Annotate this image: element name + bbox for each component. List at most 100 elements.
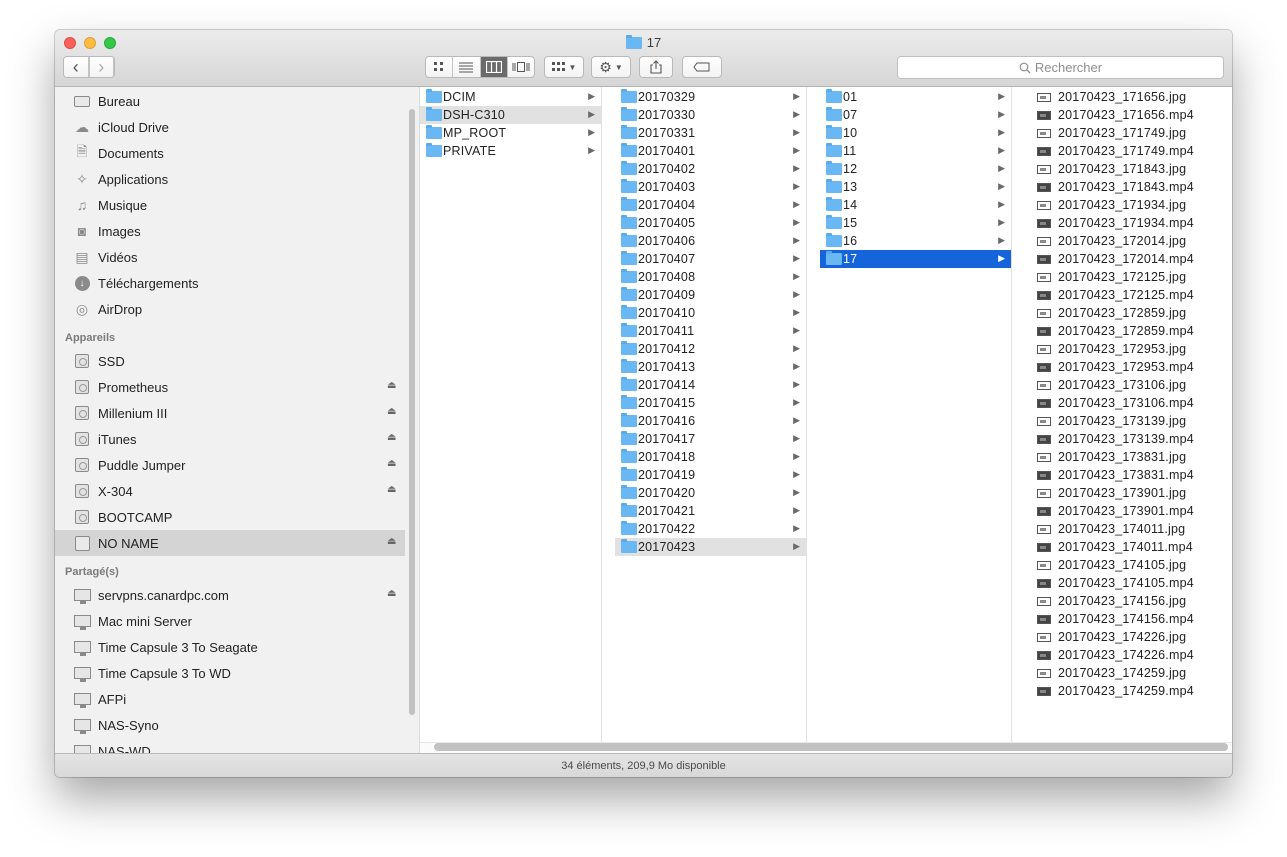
back-button[interactable]: ‹ [64,57,90,77]
folder-row[interactable]: 17 ▶ [820,250,1011,268]
sidebar-item-millenium-iii[interactable]: Millenium III ⏏ [55,400,405,426]
file-row[interactable]: 20170423_174156.jpg [1025,592,1217,610]
folder-row[interactable]: 07 ▶ [820,106,1011,124]
file-row[interactable]: 20170423_172014.jpg [1025,232,1217,250]
search-field[interactable]: Rechercher [897,56,1224,79]
sidebar-item-bureau[interactable]: Bureau [55,88,405,114]
sidebar-item-bootcamp[interactable]: BOOTCAMP [55,504,405,530]
arrange-button[interactable]: ▼ [544,56,584,78]
folder-row[interactable]: 20170415 ▶ [615,394,806,412]
folder-row[interactable]: 20170414 ▶ [615,376,806,394]
tag-button[interactable] [682,56,722,78]
sidebar-item-prometheus[interactable]: Prometheus ⏏ [55,374,405,400]
coverflow-view-button[interactable] [508,57,534,77]
sidebar-item-afpi[interactable]: AFPi [55,686,405,712]
folder-row[interactable]: 20170412 ▶ [615,340,806,358]
file-row[interactable]: 20170423_172859.jpg [1025,304,1217,322]
sidebar-item-documents[interactable]: 🗎 Documents [55,140,405,166]
eject-icon[interactable]: ⏏ [387,432,396,443]
folder-row[interactable]: 20170330 ▶ [615,106,806,124]
file-row[interactable]: 20170423_174105.jpg [1025,556,1217,574]
folder-row[interactable]: 14 ▶ [820,196,1011,214]
folder-row[interactable]: 13 ▶ [820,178,1011,196]
folder-row[interactable]: 20170422 ▶ [615,520,806,538]
file-row[interactable]: 20170423_172125.jpg [1025,268,1217,286]
folder-row[interactable]: 20170403 ▶ [615,178,806,196]
sidebar-item-vid-os[interactable]: ▤ Vidéos [55,244,405,270]
file-row[interactable]: 20170423_174259.jpg [1025,664,1217,682]
file-row[interactable]: 20170423_171749.mp4 [1025,142,1217,160]
file-row[interactable]: 20170423_174156.mp4 [1025,610,1217,628]
horizontal-scrollbar[interactable] [434,743,1228,751]
eject-icon[interactable]: ⏏ [387,588,396,599]
folder-row[interactable]: 16 ▶ [820,232,1011,250]
eject-icon[interactable]: ⏏ [387,406,396,417]
folder-row[interactable]: 20170410 ▶ [615,304,806,322]
sidebar-item-no-name[interactable]: NO NAME ⏏ [55,530,405,556]
folder-row[interactable]: 20170419 ▶ [615,466,806,484]
column-view-button[interactable] [480,57,508,77]
file-row[interactable]: 20170423_171749.jpg [1025,124,1217,142]
file-row[interactable]: 20170423_173901.mp4 [1025,502,1217,520]
sidebar-item-mac-mini-server[interactable]: Mac mini Server [55,608,405,634]
sidebar-item-time-capsule-3-to-wd[interactable]: Time Capsule 3 To WD [55,660,405,686]
sidebar-scrollbar[interactable] [409,109,415,715]
folder-row[interactable]: 20170417 ▶ [615,430,806,448]
sidebar-item-t-l-chargements[interactable]: ↓ Téléchargements [55,270,405,296]
folder-row[interactable]: 11 ▶ [820,142,1011,160]
folder-row[interactable]: 20170418 ▶ [615,448,806,466]
sidebar-item-images[interactable]: ◙ Images [55,218,405,244]
file-row[interactable]: 20170423_174011.jpg [1025,520,1217,538]
file-row[interactable]: 20170423_172014.mp4 [1025,250,1217,268]
file-row[interactable]: 20170423_174226.jpg [1025,628,1217,646]
file-row[interactable]: 20170423_174011.mp4 [1025,538,1217,556]
file-row[interactable]: 20170423_173139.jpg [1025,412,1217,430]
share-button[interactable] [639,56,673,78]
file-row[interactable]: 20170423_173901.jpg [1025,484,1217,502]
folder-row[interactable]: 20170406 ▶ [615,232,806,250]
folder-row[interactable]: 20170407 ▶ [615,250,806,268]
sidebar-item-time-capsule-3-to-seagate[interactable]: Time Capsule 3 To Seagate [55,634,405,660]
folder-row[interactable]: 20170329 ▶ [615,88,806,106]
file-row[interactable]: 20170423_173106.jpg [1025,376,1217,394]
sidebar-item-icloud-drive[interactable]: ☁ iCloud Drive [55,114,405,140]
folder-row[interactable]: 20170423 ▶ [615,538,806,556]
eject-icon[interactable]: ⏏ [387,380,396,391]
folder-row[interactable]: 12 ▶ [820,160,1011,178]
eject-icon[interactable]: ⏏ [387,536,396,547]
file-row[interactable]: 20170423_172953.jpg [1025,340,1217,358]
file-row[interactable]: 20170423_173831.jpg [1025,448,1217,466]
sidebar-item-nas-syno[interactable]: NAS-Syno [55,712,405,738]
file-row[interactable]: 20170423_172859.mp4 [1025,322,1217,340]
sidebar-item-airdrop[interactable]: ◎ AirDrop [55,296,405,322]
file-row[interactable]: 20170423_174226.mp4 [1025,646,1217,664]
folder-row[interactable]: 20170401 ▶ [615,142,806,160]
folder-row[interactable]: 20170409 ▶ [615,286,806,304]
folder-row[interactable]: PRIVATE ▶ [420,142,601,160]
file-row[interactable]: 20170423_171656.mp4 [1025,106,1217,124]
sidebar-item-x-304[interactable]: X-304 ⏏ [55,478,405,504]
folder-row[interactable]: MP_ROOT ▶ [420,124,601,142]
folder-row[interactable]: DCIM ▶ [420,88,601,106]
sidebar-item-nas-wd[interactable]: NAS-WD [55,738,405,753]
icon-view-button[interactable] [426,57,454,77]
file-row[interactable]: 20170423_173106.mp4 [1025,394,1217,412]
eject-icon[interactable]: ⏏ [387,484,396,495]
folder-row[interactable]: 10 ▶ [820,124,1011,142]
file-row[interactable]: 20170423_174105.mp4 [1025,574,1217,592]
folder-row[interactable]: 20170404 ▶ [615,196,806,214]
folder-row[interactable]: 20170331 ▶ [615,124,806,142]
sidebar-item-puddle-jumper[interactable]: Puddle Jumper ⏏ [55,452,405,478]
file-row[interactable]: 20170423_171843.mp4 [1025,178,1217,196]
sidebar-item-musique[interactable]: ♫ Musique [55,192,405,218]
folder-row[interactable]: 20170421 ▶ [615,502,806,520]
folder-row[interactable]: 20170413 ▶ [615,358,806,376]
eject-icon[interactable]: ⏏ [387,458,396,469]
file-row[interactable]: 20170423_171934.jpg [1025,196,1217,214]
folder-row[interactable]: 20170408 ▶ [615,268,806,286]
folder-row[interactable]: 20170416 ▶ [615,412,806,430]
folder-row[interactable]: 01 ▶ [820,88,1011,106]
file-row[interactable]: 20170423_171934.mp4 [1025,214,1217,232]
folder-row[interactable]: 20170411 ▶ [615,322,806,340]
folder-row[interactable]: 15 ▶ [820,214,1011,232]
